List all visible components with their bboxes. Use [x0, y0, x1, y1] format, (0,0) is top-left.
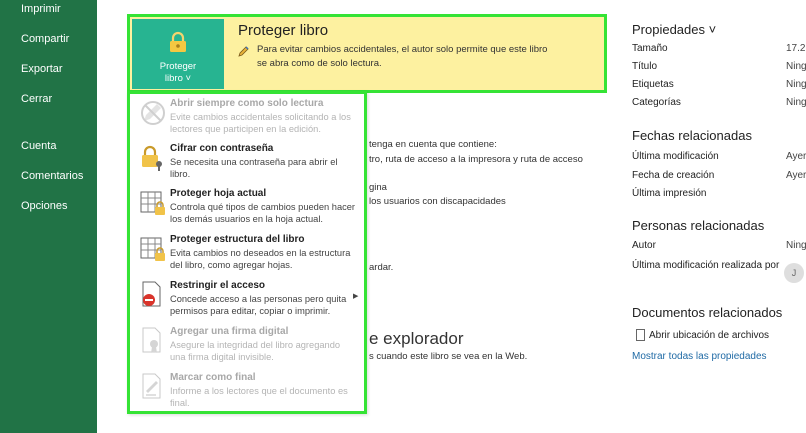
- prop-label-categories: Categorías: [632, 97, 681, 108]
- protect-workbook-button[interactable]: Proteger libro ˅: [132, 19, 224, 89]
- backstage-nav: Imprimir Compartir Exportar Cerrar Cuent…: [0, 0, 97, 433]
- browser-view-text: s cuando este libro se vea en la Web.: [369, 351, 528, 362]
- related-documents-heading: Documentos relacionados: [632, 305, 783, 320]
- prop-label-printed: Última impresión: [632, 188, 707, 199]
- prop-value-author[interactable]: Ning: [786, 240, 806, 251]
- pencil-prohibited-icon: [141, 101, 165, 125]
- menu-item-title: Proteger estructura del libro: [170, 234, 305, 245]
- prop-value-tags[interactable]: Ning: [786, 79, 806, 90]
- workbook-lock-icon: [140, 237, 165, 261]
- show-all-properties-link[interactable]: Mostrar todas las propiedades: [632, 351, 767, 362]
- nav-item-compartir[interactable]: Compartir: [21, 33, 69, 45]
- menu-item-always-read-only[interactable]: Abrir siempre como solo lectura Evite ca…: [130, 96, 364, 142]
- related-dates-heading: Fechas relacionadas: [632, 128, 752, 143]
- menu-item-desc: Concede acceso a las personas pero quita…: [170, 294, 347, 316]
- menu-item-restrict-access[interactable]: Restringir el acceso Concede acceso a la…: [130, 278, 364, 324]
- prop-label-title: Título: [632, 61, 658, 72]
- protect-description: Para evitar cambios accidentales, el aut…: [257, 44, 548, 69]
- prop-value-modified: Ayer,: [786, 151, 806, 162]
- protect-workbook-section: Proteger libro ˅ Proteger libro Para evi…: [127, 14, 607, 93]
- prop-value-title[interactable]: Ning: [786, 61, 806, 72]
- prop-value-created: Ayer,: [786, 170, 806, 181]
- avatar[interactable]: J: [784, 263, 804, 283]
- properties-dropdown[interactable]: Propiedades ˅: [632, 22, 716, 37]
- menu-item-title: Abrir siempre como solo lectura: [170, 98, 324, 109]
- nav-item-comentarios[interactable]: Comentarios: [21, 170, 83, 182]
- menu-item-digital-signature[interactable]: Agregar una firma digital Asegure la int…: [130, 324, 364, 370]
- inspect-text: los usuarios con discapacidades: [369, 196, 506, 207]
- menu-item-title: Restringir el acceso: [170, 280, 266, 291]
- menu-item-protect-structure[interactable]: Proteger estructura del libro Evita camb…: [130, 232, 364, 278]
- prop-label-modified: Última modificación: [632, 151, 719, 162]
- pencil-icon: [238, 46, 249, 57]
- menu-item-encrypt-password[interactable]: Cifrar con contraseña Se necesita una co…: [130, 141, 364, 187]
- mark-final-icon: [142, 373, 161, 399]
- menu-item-protect-sheet[interactable]: Proteger hoja actual Controla qué tipos …: [130, 186, 364, 232]
- menu-item-desc: Evita cambios no deseados en la estructu…: [170, 248, 351, 270]
- restrict-access-icon: [142, 281, 161, 307]
- nav-item-exportar[interactable]: Exportar: [21, 63, 63, 75]
- prop-label-tags: Etiquetas: [632, 79, 674, 90]
- prop-label-size: Tamaño: [632, 43, 668, 54]
- protect-workbook-menu: Abrir siempre como solo lectura Evite ca…: [127, 91, 367, 414]
- menu-item-mark-final[interactable]: Marcar como final Informe a los lectores…: [130, 370, 364, 416]
- submenu-arrow-icon: ▶: [353, 293, 359, 300]
- lock-icon: [170, 31, 186, 52]
- menu-item-desc: Controla qué tipos de cambios pueden hac…: [170, 202, 356, 224]
- document-icon: [636, 329, 645, 341]
- nav-item-cerrar[interactable]: Cerrar: [21, 93, 52, 105]
- nav-item-cuenta[interactable]: Cuenta: [21, 140, 56, 152]
- protect-title: Proteger libro: [238, 22, 329, 39]
- browser-view-heading: e explorador: [369, 329, 464, 348]
- sheet-lock-icon: [140, 191, 165, 215]
- open-file-location-link[interactable]: Abrir ubicación de archivos: [649, 330, 769, 341]
- menu-item-desc: Se necesita una contraseña para abrir el…: [170, 157, 338, 179]
- versions-text: ardar.: [369, 262, 394, 273]
- prop-label-author: Autor: [632, 240, 656, 251]
- inspect-text: gina: [369, 182, 387, 193]
- menu-item-desc: Asegure la integridad del libro agregand…: [170, 340, 341, 362]
- menu-item-title: Agregar una firma digital: [170, 326, 289, 337]
- digital-signature-icon: [142, 327, 161, 353]
- nav-item-imprimir[interactable]: Imprimir: [21, 3, 61, 15]
- menu-item-title: Marcar como final: [170, 372, 256, 383]
- menu-item-desc: Evite cambios accidentales solicitando a…: [170, 112, 351, 134]
- menu-item-title: Proteger hoja actual: [170, 188, 267, 199]
- protect-button-label: libro ˅: [164, 73, 192, 84]
- prop-label-last-modified-by: Última modificación realizada por: [632, 260, 780, 271]
- prop-value-categories[interactable]: Ning: [786, 97, 806, 108]
- prop-label-created: Fecha de creación: [632, 170, 715, 181]
- prop-value-size: 17.2K: [786, 43, 806, 54]
- inspect-text: tenga en cuenta que contiene:: [369, 139, 497, 150]
- menu-item-desc: Informe a los lectores que el documento …: [170, 386, 348, 408]
- related-people-heading: Personas relacionadas: [632, 218, 765, 233]
- protect-button-label: Proteger: [159, 61, 197, 72]
- inspect-text: tro, ruta de acceso a la impresora y rut…: [369, 154, 583, 165]
- menu-item-title: Cifrar con contraseña: [170, 143, 274, 154]
- lock-key-icon: [142, 145, 162, 171]
- nav-item-opciones[interactable]: Opciones: [21, 200, 67, 212]
